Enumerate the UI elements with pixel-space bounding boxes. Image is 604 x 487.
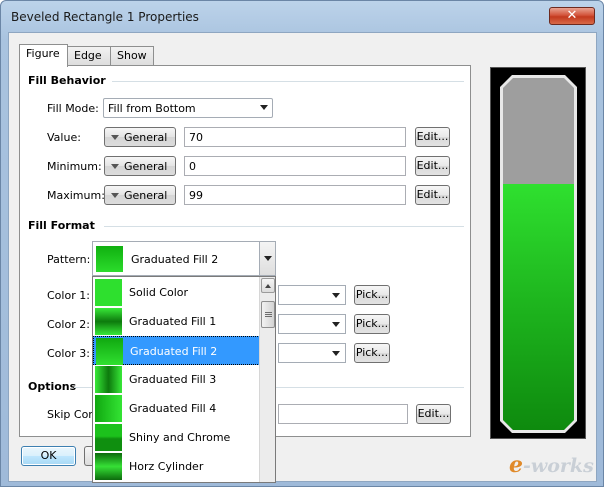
chevron-down-icon — [260, 105, 268, 110]
minimum-type-label: General — [124, 160, 168, 173]
minimum-edit-button[interactable]: Edit... — [415, 156, 450, 176]
pattern-option-label: Horz Cylinder — [129, 460, 204, 473]
minimum-input[interactable]: 0 — [184, 156, 406, 176]
scroll-up-icon[interactable] — [261, 278, 275, 293]
pattern-swatch — [96, 246, 123, 272]
color-3-select[interactable] — [278, 343, 346, 363]
preview-fill-level — [503, 184, 574, 430]
color-3-label: Color 3: — [47, 347, 90, 360]
chevron-down-icon — [332, 293, 340, 298]
fill-behavior-divider — [112, 81, 464, 82]
preview-panel — [490, 67, 586, 439]
pattern-option-label: Solid Color — [129, 286, 189, 299]
ok-button[interactable]: OK — [21, 446, 76, 466]
graduated-fill-1-swatch — [95, 308, 122, 335]
pattern-option-label: Graduated Fill 4 — [129, 402, 217, 415]
pattern-value: Graduated Fill 2 — [131, 253, 219, 266]
fill-format-divider — [104, 226, 464, 227]
chevron-down-icon — [111, 164, 119, 169]
chevron-down-icon — [332, 351, 340, 356]
shiny-and-chrome-swatch — [95, 424, 122, 451]
maximum-input-text: 99 — [189, 189, 203, 202]
graduated-fill-2-swatch — [96, 338, 123, 365]
window-title: Beveled Rectangle 1 Properties — [11, 10, 199, 24]
maximum-type-label: General — [124, 189, 168, 202]
grip-line — [265, 316, 272, 317]
options-heading: Options — [28, 380, 77, 393]
minimum-input-text: 0 — [189, 160, 196, 173]
chevron-down-icon — [111, 193, 119, 198]
tab-edge[interactable]: Edge — [67, 46, 111, 66]
close-button[interactable]: ✕ — [549, 7, 595, 25]
scrollbar-thumb[interactable] — [261, 301, 275, 328]
pattern-option-graduated-fill-2[interactable]: Graduated Fill 2 — [93, 336, 260, 365]
color-2-select[interactable] — [278, 314, 346, 334]
pattern-option-label: Shiny and Chrome — [129, 431, 231, 444]
maximum-label: Maximum: — [47, 189, 105, 202]
dropdown-scrollbar[interactable] — [259, 277, 275, 482]
value-edit-button[interactable]: Edit... — [415, 127, 450, 147]
color-1-select[interactable] — [278, 285, 346, 305]
tab-figure[interactable]: Figure — [19, 44, 68, 67]
tab-show[interactable]: Show — [110, 46, 154, 66]
pattern-dropdown-button[interactable] — [259, 242, 275, 275]
graduated-fill-4-swatch — [95, 395, 122, 422]
color-2-pick-button[interactable]: Pick... — [354, 314, 390, 334]
fill-mode-label: Fill Mode: — [47, 102, 99, 115]
value-input[interactable]: 70 — [184, 127, 406, 147]
pattern-option-graduated-fill-1[interactable]: Graduated Fill 1 — [93, 307, 260, 336]
pattern-option-label: Graduated Fill 1 — [129, 315, 217, 328]
title-bar[interactable]: Beveled Rectangle 1 Properties ✕ — [1, 1, 603, 33]
pattern-option-label: Graduated Fill 3 — [129, 373, 217, 386]
eworks-watermark-logo: e-works — [509, 452, 594, 478]
color-2-label: Color 2: — [47, 318, 90, 331]
pattern-option-graduated-fill-4[interactable]: Graduated Fill 4 — [93, 394, 260, 423]
minimum-type-button[interactable]: General — [104, 156, 176, 176]
fill-mode-value: Fill from Bottom — [108, 102, 196, 115]
fill-format-heading: Fill Format — [28, 219, 95, 232]
properties-window: Beveled Rectangle 1 Properties ✕ Figure … — [0, 0, 604, 487]
pattern-option-solid-color[interactable]: Solid Color — [93, 278, 260, 307]
preview-empty-area — [503, 78, 574, 430]
chevron-down-icon — [111, 135, 119, 140]
value-type-button[interactable]: General — [104, 127, 176, 147]
value-type-label: General — [124, 131, 168, 144]
fill-mode-select[interactable]: Fill from Bottom — [103, 98, 273, 118]
skip-corners-edit-button[interactable]: Edit... — [416, 404, 451, 424]
fill-behavior-heading: Fill Behavior — [28, 74, 106, 87]
value-label: Value: — [47, 131, 81, 144]
maximum-type-button[interactable]: General — [104, 185, 176, 205]
maximum-edit-button[interactable]: Edit... — [415, 185, 450, 205]
horz-cylinder-swatch — [95, 453, 122, 480]
color-1-pick-button[interactable]: Pick... — [354, 285, 390, 305]
pattern-label: Pattern: — [47, 253, 91, 266]
chevron-down-icon — [332, 322, 340, 327]
value-input-text: 70 — [189, 131, 203, 144]
skip-corners-input[interactable] — [278, 404, 408, 424]
beveled-rectangle-preview — [500, 75, 577, 433]
color-3-pick-button[interactable]: Pick... — [354, 343, 390, 363]
graduated-fill-3-swatch — [95, 366, 122, 393]
minimum-label: Minimum: — [47, 160, 102, 173]
color-1-label: Color 1: — [47, 289, 90, 302]
maximum-input[interactable]: 99 — [184, 185, 406, 205]
grip-line — [265, 314, 272, 315]
chevron-down-icon — [264, 256, 272, 261]
pattern-option-label: Graduated Fill 2 — [130, 345, 218, 358]
pattern-option-shiny-and-chrome[interactable]: Shiny and Chrome — [93, 423, 260, 452]
solid-color-swatch — [95, 279, 122, 306]
pattern-dropdown-list: Solid Color Graduated Fill 1 Graduated F… — [92, 276, 276, 483]
grip-line — [265, 312, 272, 313]
pattern-option-horz-cylinder[interactable]: Horz Cylinder — [93, 452, 260, 481]
pattern-select[interactable]: Graduated Fill 2 — [92, 241, 276, 276]
pattern-option-graduated-fill-3[interactable]: Graduated Fill 3 — [93, 365, 260, 394]
